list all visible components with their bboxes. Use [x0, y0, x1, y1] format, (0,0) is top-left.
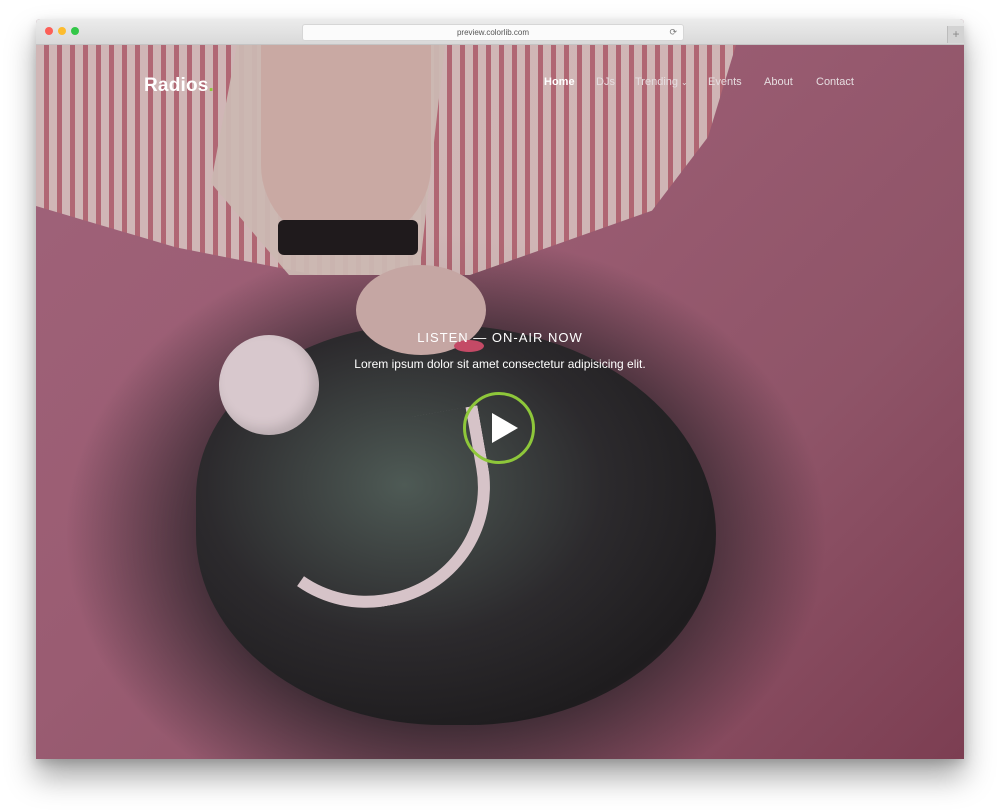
nav-about[interactable]: About — [764, 76, 793, 88]
close-window-button[interactable] — [45, 27, 53, 35]
nav-events[interactable]: Events — [708, 76, 742, 88]
play-button[interactable] — [463, 392, 535, 464]
logo-text: Radios — [144, 75, 209, 96]
hero-subtitle: Lorem ipsum dolor sit amet consectetur a… — [354, 357, 646, 371]
logo-dot: . — [208, 75, 215, 96]
nav-trending-label: Trending — [635, 76, 679, 88]
nav-trending[interactable]: Trending ⌄ — [635, 76, 688, 88]
site-logo[interactable]: Radios. — [144, 75, 214, 97]
browser-titlebar: preview.colorlib.com ⟳ + — [36, 19, 964, 45]
reload-icon[interactable]: ⟳ — [669, 25, 677, 40]
hero-image-choker — [278, 220, 418, 255]
new-tab-button[interactable]: + — [947, 26, 964, 43]
hero-image-neck — [261, 45, 431, 245]
browser-window: preview.colorlib.com ⟳ + Radios. Home DJ… — [36, 19, 964, 759]
address-bar[interactable]: preview.colorlib.com ⟳ — [302, 24, 684, 41]
nav-home[interactable]: Home — [544, 76, 575, 88]
maximize-window-button[interactable] — [71, 27, 79, 35]
hero-title: LISTEN — ON-AIR NOW — [417, 330, 583, 345]
chevron-down-icon: ⌄ — [681, 78, 688, 87]
nav-djs[interactable]: DJs — [596, 76, 615, 88]
headphones-icon — [219, 335, 319, 435]
hero-section: Radios. Home DJs Trending ⌄ Events About … — [36, 45, 964, 759]
play-icon — [492, 413, 518, 443]
minimize-window-button[interactable] — [58, 27, 66, 35]
nav-contact[interactable]: Contact — [816, 76, 854, 88]
url-text: preview.colorlib.com — [456, 28, 530, 37]
